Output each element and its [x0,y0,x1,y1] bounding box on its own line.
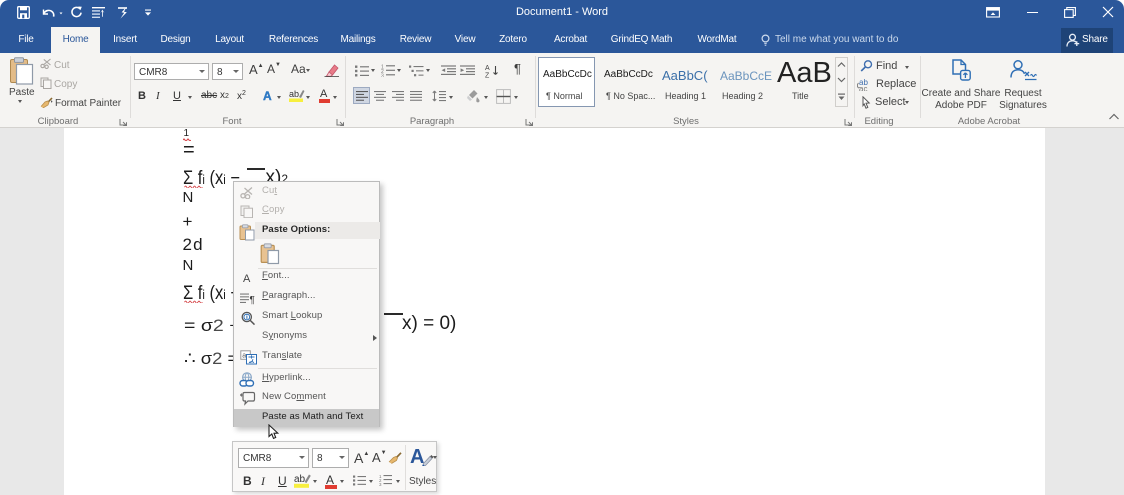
svg-text:ab: ab [289,89,299,99]
svg-text:3: 3 [381,73,384,77]
svg-text:A: A [485,65,490,72]
svg-text:Z: Z [485,73,490,79]
svg-text:¶: ¶ [250,295,255,305]
svg-text:ab: ab [294,474,306,485]
svg-text:3: 3 [379,482,382,486]
svg-text:a: a [242,353,246,360]
svg-text:ac: ac [859,85,867,92]
